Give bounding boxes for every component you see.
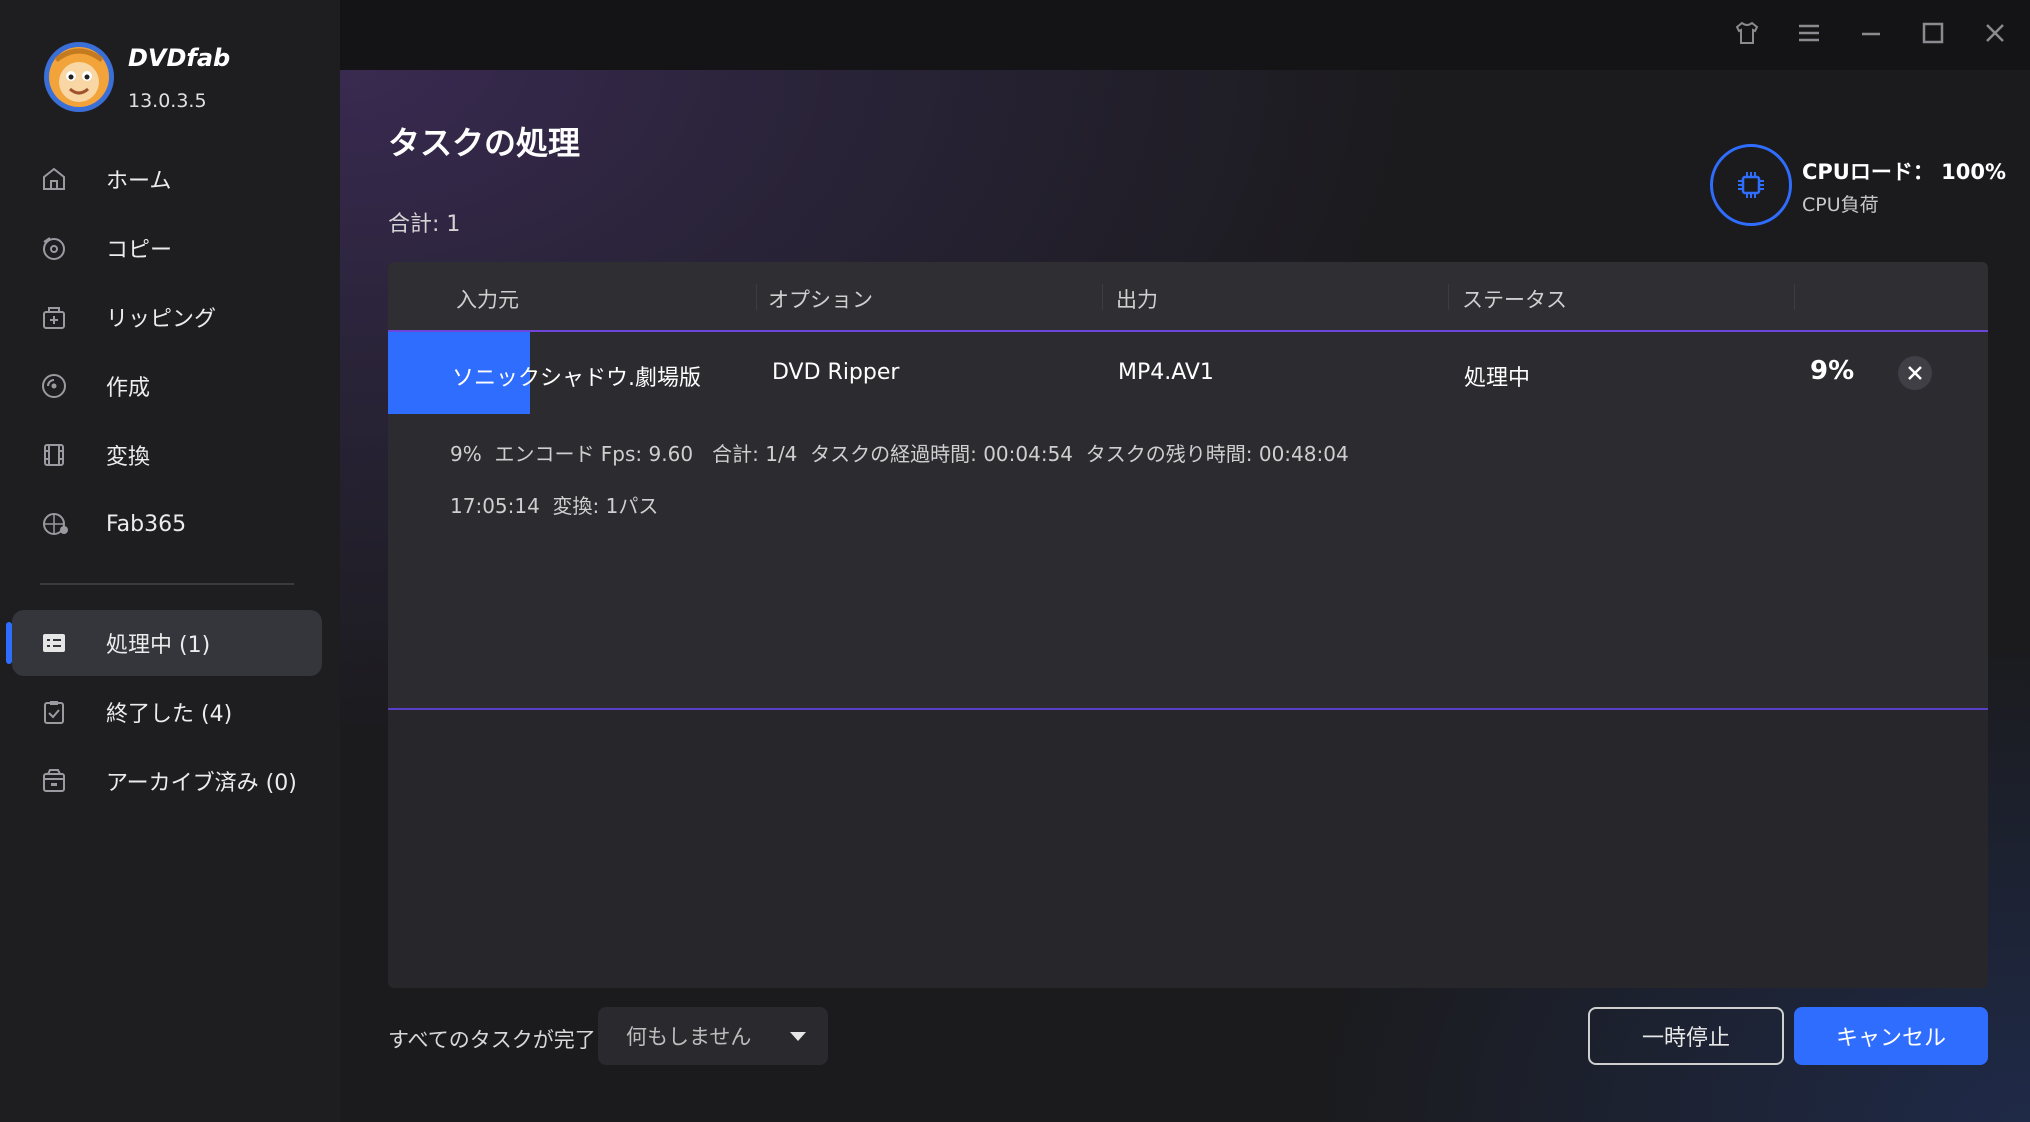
close-window-icon[interactable] bbox=[1978, 16, 2012, 50]
task-detail-progress: 9% エンコード Fps: 9.60 合計: 1/4 タスクの経過時間: 00:… bbox=[450, 442, 1349, 466]
sidebar-item-label: リッピング bbox=[106, 307, 217, 332]
ripper-icon bbox=[40, 303, 88, 331]
task-source: ソニックシャドウ.劇場版 bbox=[452, 366, 701, 391]
sidebar-item-ripper[interactable]: リッピング bbox=[12, 284, 322, 350]
clipboard-check-icon bbox=[40, 698, 88, 726]
task-option: DVD Ripper bbox=[772, 360, 900, 385]
skin-shirt-icon[interactable] bbox=[1730, 16, 1764, 50]
sidebar-item-label: ホーム bbox=[106, 169, 172, 194]
column-separator bbox=[756, 284, 757, 310]
column-header-output: 出力 bbox=[1116, 288, 1158, 312]
task-table: 入力元 オプション 出力 ステータス ソニックシャドウ.劇場版 DVD Ripp… bbox=[388, 262, 1988, 988]
sidebar-item-label: 変換 bbox=[106, 445, 151, 470]
copy-disc-icon bbox=[40, 234, 88, 262]
task-percent: 9% bbox=[1810, 356, 1855, 386]
sidebar-item-copy[interactable]: コピー bbox=[12, 215, 322, 281]
sidebar-item-label: 作成 bbox=[106, 376, 151, 401]
task-list-icon bbox=[40, 629, 88, 657]
sidebar-divider bbox=[40, 583, 294, 585]
sidebar-item-processing[interactable]: 処理中 (1) bbox=[6, 610, 322, 676]
sidebar-item-archived[interactable]: アーカイブ済み (0) bbox=[12, 748, 322, 814]
main-panel: タスクの処理 合計: 1 CPUロード： 100% CPU負荷 入力元 オプショ… bbox=[340, 0, 2030, 1122]
table-row[interactable]: ソニックシャドウ.劇場版 DVD Ripper MP4.AV1 処理中 9% bbox=[388, 330, 1988, 414]
app-brand: DVDfab bbox=[128, 44, 231, 72]
sidebar-item-label: 処理中 (1) bbox=[106, 633, 211, 658]
sidebar-item-home[interactable]: ホーム bbox=[12, 146, 322, 212]
table-header: 入力元 オプション 出力 ステータス bbox=[388, 262, 1988, 330]
cpu-load-label: CPU負荷 bbox=[1802, 194, 1879, 216]
sidebar-item-finished[interactable]: 終了した (4) bbox=[12, 679, 322, 745]
after-all-tasks-label: すべてのタスクが完了: bbox=[388, 1028, 603, 1052]
sidebar-item-label: Fab365 bbox=[106, 511, 187, 537]
cancel-button[interactable]: キャンセル bbox=[1794, 1007, 1988, 1065]
title-bar bbox=[340, 0, 2030, 70]
close-icon bbox=[1908, 366, 1922, 380]
sidebar-item-label: アーカイブ済み (0) bbox=[106, 771, 297, 796]
after-all-tasks-select[interactable]: 何もしません bbox=[598, 1007, 828, 1065]
sidebar-item-creator[interactable]: 作成 bbox=[12, 353, 322, 419]
menu-icon[interactable] bbox=[1792, 16, 1826, 50]
after-all-tasks-value: 何もしません bbox=[626, 1025, 752, 1049]
film-icon bbox=[40, 441, 88, 469]
sidebar-item-fab365[interactable]: Fab365 bbox=[12, 491, 322, 557]
task-output: MP4.AV1 bbox=[1118, 360, 1214, 385]
column-header-option: オプション bbox=[768, 288, 873, 312]
task-detail-panel: 9% エンコード Fps: 9.60 合計: 1/4 タスクの経過時間: 00:… bbox=[388, 414, 1988, 710]
maximize-icon[interactable] bbox=[1916, 16, 1950, 50]
column-separator bbox=[1448, 284, 1449, 310]
creator-disc-icon bbox=[40, 372, 88, 400]
column-header-source: 入力元 bbox=[456, 288, 519, 312]
column-separator bbox=[1794, 284, 1795, 310]
app-version: 13.0.3.5 bbox=[128, 90, 207, 112]
pause-button[interactable]: 一時停止 bbox=[1588, 1007, 1784, 1065]
page-title: タスクの処理 bbox=[388, 124, 581, 162]
column-separator bbox=[1102, 284, 1103, 310]
minimize-icon[interactable] bbox=[1854, 16, 1888, 50]
sidebar-item-label: コピー bbox=[106, 238, 173, 263]
archive-box-icon bbox=[40, 767, 88, 795]
total-count: 合計: 1 bbox=[388, 212, 461, 237]
task-status: 処理中 bbox=[1464, 366, 1531, 391]
dvdfab-logo bbox=[44, 42, 114, 112]
sidebar-item-converter[interactable]: 変換 bbox=[12, 422, 322, 488]
cpu-load-value: CPUロード： 100% bbox=[1802, 160, 2007, 184]
remove-task-button[interactable] bbox=[1898, 356, 1932, 390]
fab365-icon bbox=[40, 510, 88, 538]
sidebar-item-label: 終了した (4) bbox=[106, 702, 233, 727]
task-detail-time: 17:05:14 変換: 1パス bbox=[450, 494, 659, 518]
home-icon bbox=[40, 165, 88, 193]
column-header-status: ステータス bbox=[1462, 288, 1567, 312]
chevron-down-icon bbox=[790, 1032, 806, 1041]
cpu-chip-icon bbox=[1710, 144, 1792, 226]
sidebar: DVDfab 13.0.3.5 ホーム コピー リッピング 作成 変換 Fab3… bbox=[0, 0, 340, 1122]
